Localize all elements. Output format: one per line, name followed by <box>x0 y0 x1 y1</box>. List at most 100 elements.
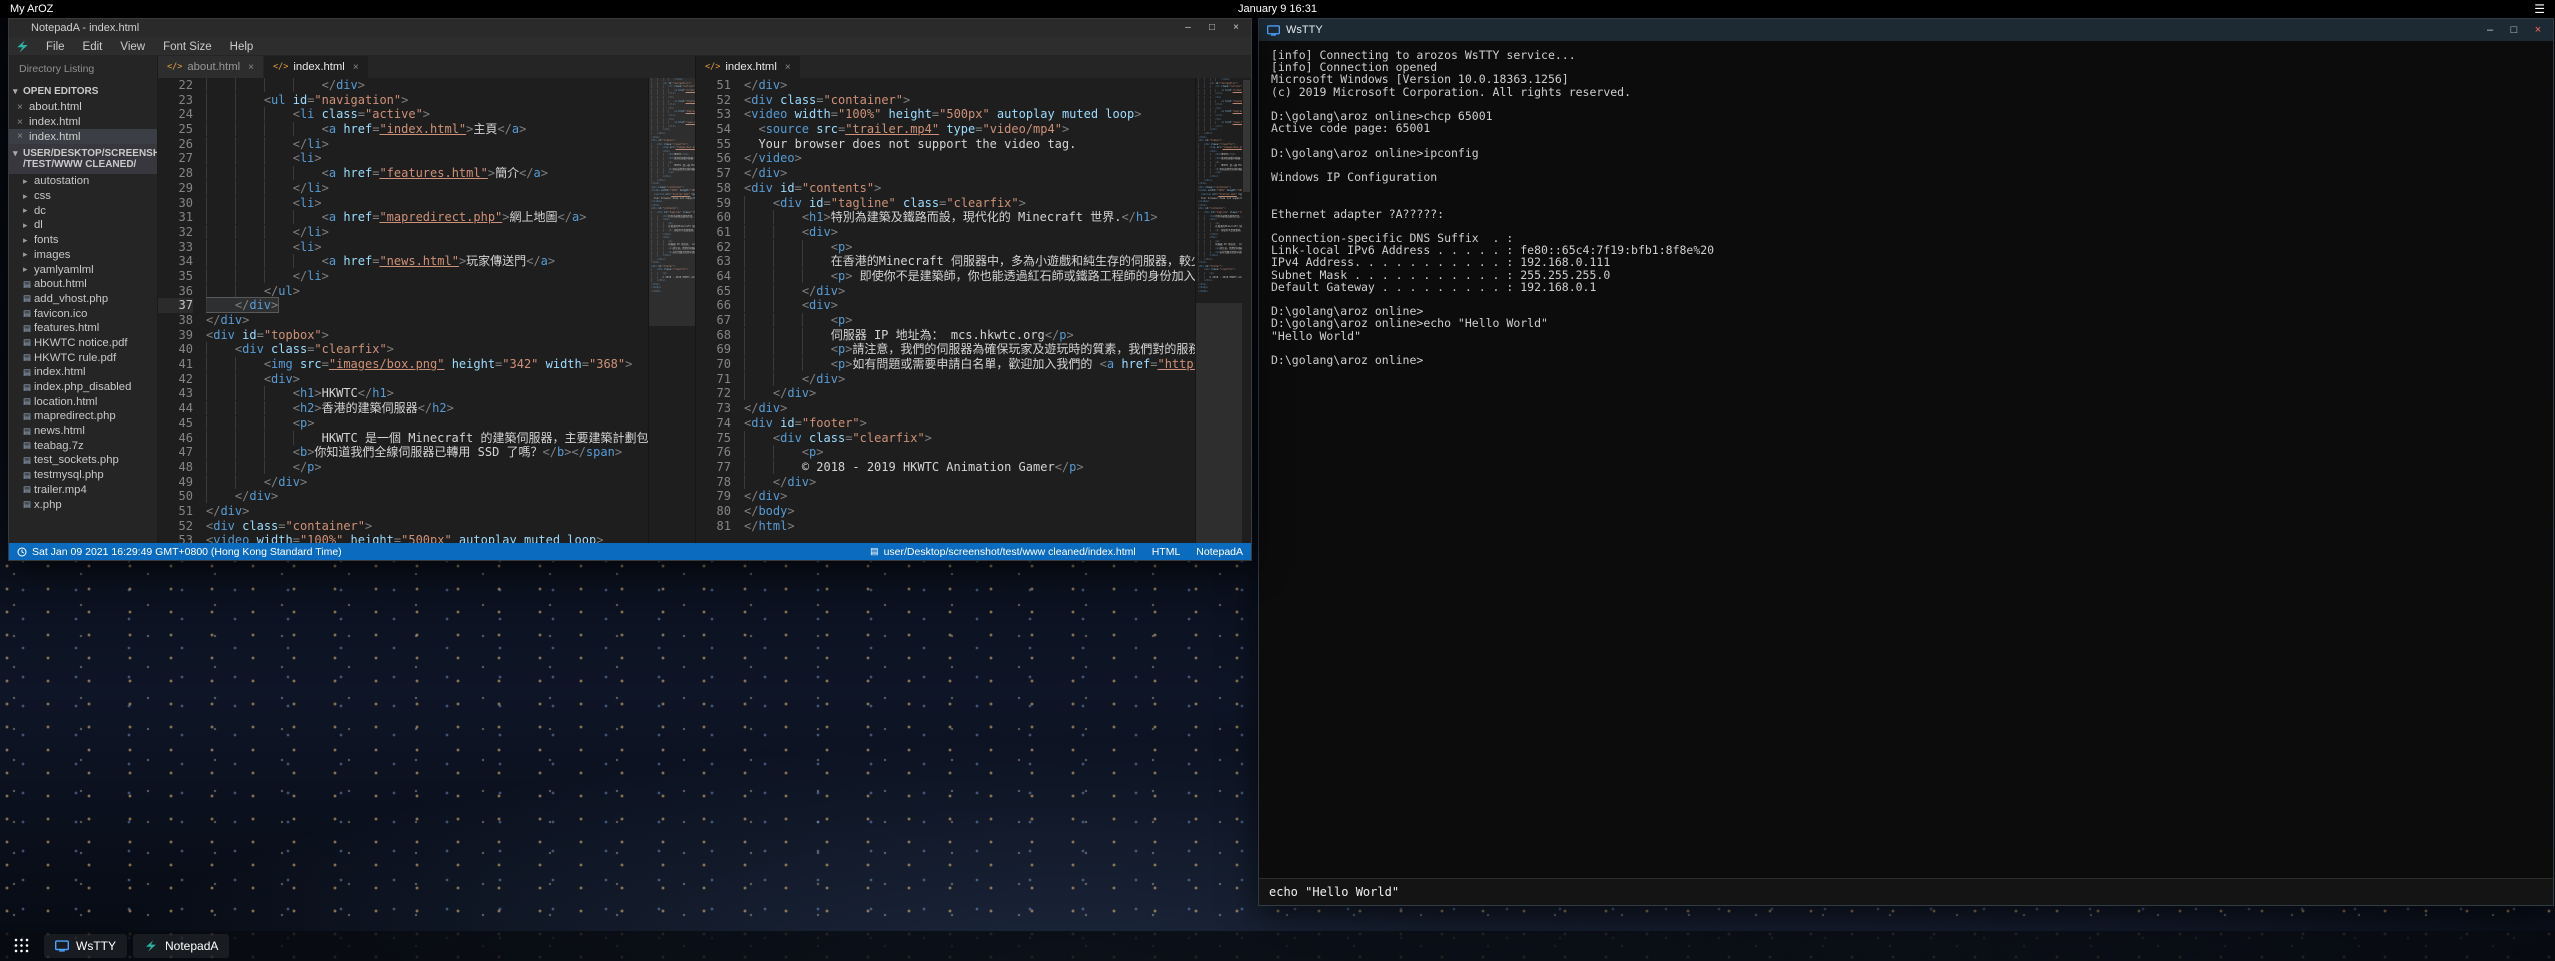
close-icon[interactable]: × <box>2531 24 2545 36</box>
file-name: favicon.ico <box>34 308 87 320</box>
tree-file[interactable]: ▤HKWTC rule.pdf <box>9 350 157 365</box>
open-editor-item[interactable]: ×index.html <box>9 129 157 144</box>
line-number: 77 <box>696 460 731 475</box>
minimap[interactable]: </div> <ul id="navigation"> <li class="a… <box>648 78 695 543</box>
line-number: 48 <box>158 460 193 475</box>
close-icon[interactable]: × <box>17 102 29 113</box>
tree-file[interactable]: ▤HKWTC notice.pdf <box>9 336 157 351</box>
statusbar-filepath[interactable]: user/Desktop/screenshot/test/www cleaned… <box>884 546 1136 558</box>
line-number: 26 <box>158 137 193 152</box>
close-icon[interactable]: × <box>248 62 254 73</box>
tab-about.html[interactable]: </>about.html× <box>158 56 264 78</box>
menu-edit[interactable]: Edit <box>74 41 112 53</box>
close-icon[interactable]: × <box>353 62 359 73</box>
menu-font-size[interactable]: Font Size <box>154 41 221 53</box>
notepada-titlebar[interactable]: NotepadA - index.html – □ × <box>9 19 1251 37</box>
tree-file[interactable]: ▤news.html <box>9 424 157 439</box>
window-title: NotepadA - index.html <box>31 22 139 34</box>
code-line: <source src="trailer.mp4" type="video/mp… <box>744 122 1195 137</box>
taskbar-item-notepada[interactable]: NotepadA <box>133 934 229 958</box>
tree-file[interactable]: ▤about.html <box>9 277 157 292</box>
tree-file[interactable]: ▤mapredirect.php <box>9 409 157 424</box>
tree-file[interactable]: ▤testmysql.php <box>9 468 157 483</box>
line-number: 47 <box>158 445 193 460</box>
line-number: 72 <box>696 386 731 401</box>
apps-grid-icon[interactable] <box>6 931 38 961</box>
line-number: 54 <box>696 122 731 137</box>
terminal-line: Subnet Mask . . . . . . . . . . . : 255.… <box>1271 269 2541 281</box>
close-icon[interactable]: × <box>17 131 29 142</box>
tree-file[interactable]: ▤location.html <box>9 394 157 409</box>
line-number: 49 <box>158 475 193 490</box>
code-line: <p> <box>744 313 1195 328</box>
scrollbar[interactable] <box>1242 78 1251 543</box>
line-number: 74 <box>696 416 731 431</box>
maximize-icon[interactable]: □ <box>1203 20 1221 36</box>
line-number: 65 <box>696 284 731 299</box>
terminal-input[interactable]: echo "Hello World" <box>1259 878 2553 905</box>
tree-folder[interactable]: ▸images <box>9 248 157 263</box>
open-editor-item[interactable]: ×index.html <box>9 115 157 130</box>
code-line: 伺服器 IP 地址為： mcs.hkwtc.org</p> <box>744 328 1195 343</box>
scrollbar-thumb[interactable] <box>1243 80 1250 192</box>
menu-file[interactable]: File <box>37 41 74 53</box>
statusbar-appname: NotepadA <box>1196 546 1243 558</box>
line-number: 58 <box>696 181 731 196</box>
line-number: 34 <box>158 254 193 269</box>
code-line: © 2018 - 2019 HKWTC Animation Gamer</p> <box>744 460 1195 475</box>
minimize-icon[interactable]: – <box>2483 24 2497 36</box>
file-name: add_vhost.php <box>34 293 108 305</box>
workspace-header[interactable]: ▾ USER/DESKTOP/SCREENSHOT /TEST/WWW CLEA… <box>9 144 157 174</box>
code-line: HKWTC 是一個 Minecraft 的建築伺服器，主要建築計劃包括鐵路 <box>206 431 648 446</box>
maximize-icon[interactable]: □ <box>2507 24 2521 36</box>
tree-file[interactable]: ▤index.html <box>9 365 157 380</box>
file-name: index.html <box>29 116 81 128</box>
notepada-main: Directory Listing ▾ OPEN EDITORS ×about.… <box>9 56 1251 543</box>
line-number: 30 <box>158 196 193 211</box>
taskbar-item-wstty[interactable]: WsTTY <box>44 934 127 958</box>
open-editors-header[interactable]: ▾ OPEN EDITORS <box>9 83 157 100</box>
hamburger-menu-icon[interactable]: ☰ <box>2534 2 2545 16</box>
tree-file[interactable]: ▤features.html <box>9 321 157 336</box>
close-icon[interactable]: × <box>1227 20 1245 36</box>
tree-folder[interactable]: ▸autostation <box>9 174 157 189</box>
file-tree: ▸autostation▸css▸dc▸dl▸fonts▸images▸yaml… <box>9 174 157 512</box>
code-line: </body> <box>744 504 1195 519</box>
close-icon[interactable]: × <box>785 62 791 73</box>
tree-folder[interactable]: ▸fonts <box>9 233 157 248</box>
terminal-output[interactable]: [info] Connecting to arozos WsTTY servic… <box>1259 41 2553 878</box>
menu-help[interactable]: Help <box>221 41 263 53</box>
tree-file[interactable]: ▤test_sockets.php <box>9 453 157 468</box>
wstty-titlebar[interactable]: WsTTY – □ × <box>1259 19 2553 41</box>
file-name: yamlyamlml <box>34 264 94 276</box>
code-editor[interactable]: </div> <ul id="navigation"> <li class="a… <box>206 78 648 543</box>
open-editor-item[interactable]: ×about.html <box>9 100 157 115</box>
tab-index.html[interactable]: </>index.html× <box>264 56 369 78</box>
chevron-down-icon: ▾ <box>13 148 23 159</box>
tree-folder[interactable]: ▸dl <box>9 218 157 233</box>
line-number: 79 <box>696 489 731 504</box>
tab-index.html[interactable]: </>index.html× <box>696 56 801 78</box>
code-line: <h1>特別為建築及鐵路而設，現代化的 Minecraft 世界.</h1> <box>744 210 1195 225</box>
tree-file[interactable]: ▤index.php_disabled <box>9 380 157 395</box>
notepada-menubar: FileEditViewFont SizeHelp <box>9 37 1251 56</box>
menu-view[interactable]: View <box>111 41 154 53</box>
folder-chevron-icon: ▸ <box>23 220 34 231</box>
close-icon[interactable]: × <box>17 117 29 128</box>
file-name: fonts <box>34 234 59 246</box>
line-number: 76 <box>696 445 731 460</box>
file-name: trailer.mp4 <box>34 484 87 496</box>
statusbar-language[interactable]: HTML <box>1152 546 1181 558</box>
tree-file[interactable]: ▤teabag.7z <box>9 438 157 453</box>
tree-folder[interactable]: ▸yamlyamlml <box>9 262 157 277</box>
minimap[interactable]: </div> <ul id="navigation"> <li class="a… <box>1195 78 1242 543</box>
tree-file[interactable]: ▤x.php <box>9 497 157 512</box>
terminal-line <box>1271 195 2541 207</box>
minimize-icon[interactable]: – <box>1179 20 1197 36</box>
tree-folder[interactable]: ▸dc <box>9 203 157 218</box>
tree-folder[interactable]: ▸css <box>9 189 157 204</box>
tree-file[interactable]: ▤favicon.ico <box>9 306 157 321</box>
tree-file[interactable]: ▤trailer.mp4 <box>9 483 157 498</box>
tree-file[interactable]: ▤add_vhost.php <box>9 292 157 307</box>
code-editor[interactable]: </div><div class="container"><video widt… <box>744 78 1195 543</box>
